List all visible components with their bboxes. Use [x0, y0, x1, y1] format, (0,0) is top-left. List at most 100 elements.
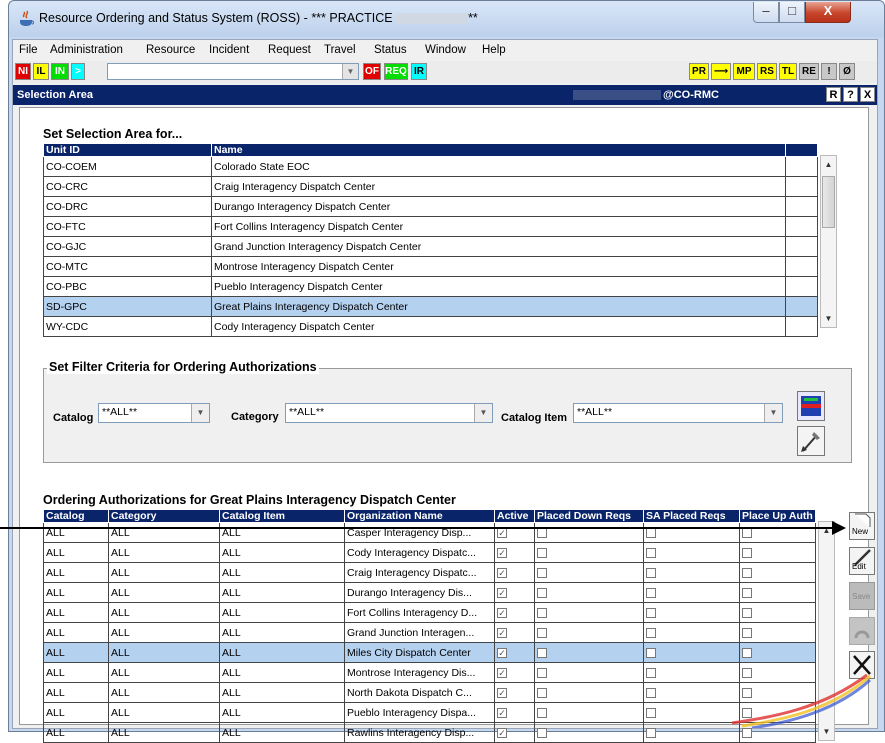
category-cell[interactable]: ALL [108, 602, 220, 623]
org-name-cell[interactable]: Rawlins Interagency Disp... [344, 722, 495, 743]
active-checkbox[interactable]: ✓ [497, 707, 507, 718]
checkbox[interactable] [646, 687, 656, 698]
checkbox[interactable] [646, 727, 656, 738]
toolbar-of-button[interactable]: OF [363, 63, 381, 80]
active-checkbox[interactable]: ✓ [497, 587, 507, 598]
toolbar-re-button[interactable]: RE [799, 63, 819, 80]
checkbox[interactable] [537, 567, 547, 578]
unit-row[interactable]: CO-COEM Colorado State EOC [43, 156, 818, 177]
menu-help[interactable]: Help [482, 44, 506, 56]
minimize-button[interactable]: – [753, 2, 779, 23]
chevron-down-icon[interactable]: ▼ [191, 404, 209, 422]
auth-row[interactable]: ALL ALL ALL Durango Interagency Dis... ✓ [43, 582, 816, 603]
unit-id-cell[interactable]: CO-CRC [43, 176, 212, 197]
checkbox[interactable] [646, 547, 656, 558]
auth-col-0[interactable]: Catalog [43, 509, 109, 523]
catalog-cell[interactable]: ALL [43, 522, 109, 543]
unit-row[interactable]: CO-MTC Montrose Interagency Dispatch Cent… [43, 256, 818, 277]
toolbar-mp-button[interactable]: MP [733, 63, 755, 80]
toolbar-il-button[interactable]: IL [33, 63, 49, 80]
auth-row[interactable]: ALL ALL ALL Craig Interagency Dispatc... ✓ [43, 562, 816, 583]
checkbox[interactable] [742, 607, 752, 618]
auth-row[interactable]: ALL ALL ALL North Dakota Dispatch C... ✓ [43, 682, 816, 703]
catalog-cell[interactable]: ALL [43, 682, 109, 703]
category-cell[interactable]: ALL [108, 622, 220, 643]
auth-row[interactable]: ALL ALL ALL Fort Collins Interagency D... ✓ [43, 602, 816, 623]
unit-id-cell[interactable]: CO-PBC [43, 276, 212, 297]
org-name-cell[interactable]: Montrose Interagency Dis... [344, 662, 495, 683]
checkbox[interactable] [646, 527, 656, 538]
checkbox[interactable] [646, 607, 656, 618]
unit-row[interactable]: CO-GJC Grand Junction Interagency Dispatc… [43, 236, 818, 257]
chevron-down-icon[interactable]: ▼ [342, 64, 358, 79]
auth-row[interactable]: ALL ALL ALL Casper Interagency Disp... ✓ [43, 522, 816, 543]
checkbox[interactable] [742, 727, 752, 738]
menu-status[interactable]: Status [374, 44, 407, 56]
checkbox[interactable] [537, 607, 547, 618]
unit-row[interactable]: SD-GPC Great Plains Interagency Dispatch … [43, 296, 818, 317]
checkbox[interactable] [537, 547, 547, 558]
checkbox[interactable] [742, 547, 752, 558]
checkbox[interactable] [646, 567, 656, 578]
col-name[interactable]: Name [211, 143, 786, 157]
catalog-item-cell[interactable]: ALL [219, 622, 345, 643]
checkbox[interactable] [742, 627, 752, 638]
toolbar-in-button[interactable]: IN [51, 63, 69, 80]
toolbar-req-button[interactable]: REQ [384, 63, 408, 80]
unit-row[interactable]: WY-CDC Cody Interagency Dispatch Center [43, 316, 818, 337]
unit-name-cell[interactable]: Grand Junction Interagency Dispatch Cent… [211, 236, 786, 257]
unit-table-scrollbar[interactable]: ▲ ▼ [820, 155, 837, 328]
unit-id-cell[interactable]: CO-MTC [43, 256, 212, 277]
menu-resource[interactable]: Resource [146, 44, 195, 56]
title-bar[interactable]: Resource Ordering and Status System (ROS… [9, 1, 884, 37]
col-unit-id[interactable]: Unit ID [43, 143, 212, 157]
category-cell[interactable]: ALL [108, 662, 220, 683]
active-checkbox[interactable]: ✓ [497, 727, 507, 738]
active-checkbox[interactable]: ✓ [497, 547, 507, 558]
catalog-cell[interactable]: ALL [43, 562, 109, 583]
catalog-item-cell[interactable]: ALL [219, 662, 345, 683]
unit-id-cell[interactable]: CO-COEM [43, 156, 212, 177]
chevron-down-icon[interactable]: ▼ [764, 404, 782, 422]
auth-col-3[interactable]: Organization Name [344, 509, 495, 523]
undo-button[interactable] [849, 617, 875, 645]
auth-col-6[interactable]: SA Placed Reqs [643, 509, 740, 523]
unit-id-cell[interactable]: WY-CDC [43, 316, 212, 337]
checkbox[interactable] [537, 647, 547, 658]
active-checkbox[interactable]: ✓ [497, 527, 507, 538]
catalog-select[interactable]: **ALL** ▼ [98, 403, 210, 423]
org-name-cell[interactable]: Fort Collins Interagency D... [344, 602, 495, 623]
scroll-down-icon[interactable]: ▼ [821, 310, 836, 327]
unit-id-cell[interactable]: CO-DRC [43, 196, 212, 217]
auth-col-1[interactable]: Category [108, 509, 220, 523]
unit-name-cell[interactable]: Pueblo Interagency Dispatch Center [211, 276, 786, 297]
checkbox[interactable] [646, 627, 656, 638]
checkbox[interactable] [742, 567, 752, 578]
scroll-up-icon[interactable]: ▲ [821, 156, 836, 173]
toolbar-travel-button[interactable]: ⟶ [711, 63, 731, 80]
toolbar-ir-button[interactable]: IR [411, 63, 427, 80]
menu-travel[interactable]: Travel [324, 44, 356, 56]
auth-col-2[interactable]: Catalog Item [219, 509, 345, 523]
checkbox[interactable] [742, 527, 752, 538]
toolbar-incident-combo[interactable]: ▼ [107, 63, 359, 80]
unit-id-cell[interactable]: CO-GJC [43, 236, 212, 257]
checkbox[interactable] [646, 667, 656, 678]
catalog-cell[interactable]: ALL [43, 662, 109, 683]
checkbox[interactable] [537, 707, 547, 718]
org-name-cell[interactable]: North Dakota Dispatch C... [344, 682, 495, 703]
catalog-item-select[interactable]: **ALL** ▼ [573, 403, 783, 423]
org-name-cell[interactable]: Casper Interagency Disp... [344, 522, 495, 543]
toolbar-null-button[interactable]: Ø [839, 63, 855, 80]
org-name-cell[interactable]: Durango Interagency Dis... [344, 582, 495, 603]
category-select[interactable]: **ALL** ▼ [285, 403, 493, 423]
toolbar-rs-button[interactable]: RS [757, 63, 777, 80]
category-cell[interactable]: ALL [108, 722, 220, 743]
toolbar-pr-button[interactable]: PR [689, 63, 709, 80]
catalog-item-cell[interactable]: ALL [219, 602, 345, 623]
catalog-cell[interactable]: ALL [43, 582, 109, 603]
checkbox[interactable] [742, 587, 752, 598]
toolbar-next-button[interactable]: > [71, 63, 85, 80]
auth-row[interactable]: ALL ALL ALL Pueblo Interagency Dispa... ✓ [43, 702, 816, 723]
auth-col-5[interactable]: Placed Down Reqs [534, 509, 644, 523]
